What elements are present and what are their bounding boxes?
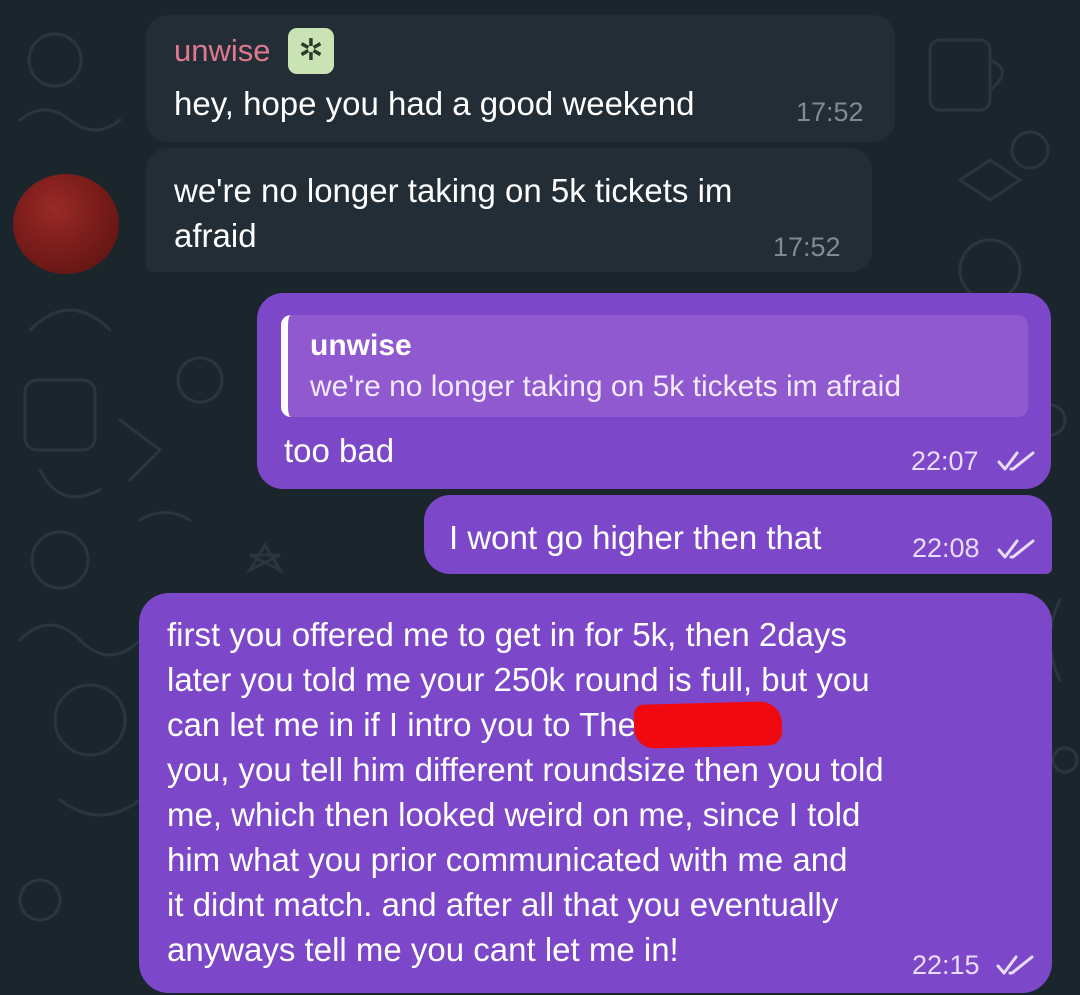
message-text: I wont go higher then that: [449, 519, 822, 556]
message-time: 22:15: [912, 950, 980, 980]
outgoing-message[interactable]: first you offered me to get in for 5k, t…: [139, 593, 1052, 993]
message-text: hey, hope you had a good weekend: [174, 85, 695, 122]
incoming-message[interactable]: unwise ✲ hey, hope you had a good weeken…: [146, 15, 895, 142]
outgoing-message[interactable]: unwise we're no longer taking on 5k tick…: [257, 293, 1051, 489]
double-check-icon: [997, 451, 1035, 471]
message-time: 22:08: [912, 533, 980, 563]
avatar[interactable]: [13, 174, 119, 274]
sender-name[interactable]: unwise: [174, 33, 271, 69]
message-text: first you offered me to get in for 5k, t…: [167, 616, 884, 968]
outgoing-message[interactable]: I wont go higher then that 22:08: [424, 495, 1052, 574]
double-check-icon: [997, 539, 1035, 559]
reply-quote[interactable]: unwise we're no longer taking on 5k tick…: [281, 315, 1028, 417]
message-text: we're no longer taking on 5k tickets im …: [174, 172, 733, 254]
reply-quoted-text: we're no longer taking on 5k tickets im …: [310, 370, 902, 403]
message-time: 17:52: [796, 97, 864, 127]
message-time: 17:52: [773, 232, 841, 262]
reply-sender-name: unwise: [310, 329, 412, 362]
incoming-message[interactable]: we're no longer taking on 5k tickets im …: [146, 148, 872, 272]
redaction-mark: [633, 701, 783, 749]
message-time: 22:07: [911, 446, 979, 476]
double-check-icon: [996, 955, 1034, 975]
message-text: too bad: [284, 432, 395, 469]
sparkle-badge-icon: ✲: [288, 28, 334, 74]
